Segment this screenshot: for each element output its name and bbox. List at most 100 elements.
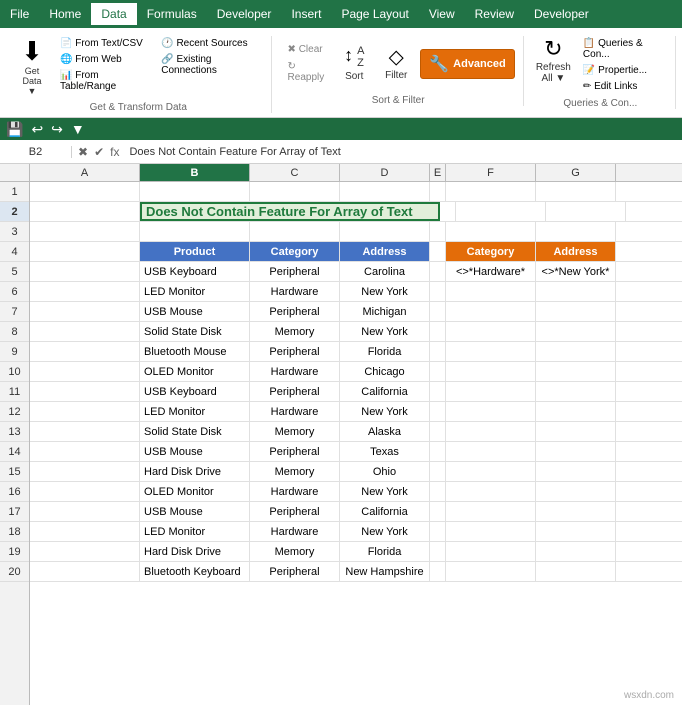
qa-save[interactable]: 💾 [4, 121, 25, 138]
menu-insert[interactable]: Insert [281, 3, 331, 25]
grid-cell-b3[interactable] [140, 222, 250, 241]
menu-data[interactable]: Data [91, 3, 136, 25]
grid-cell-d12[interactable]: New York [340, 402, 430, 421]
grid-cell-f2[interactable] [456, 202, 546, 221]
menu-page-layout[interactable]: Page Layout [331, 3, 418, 25]
grid-cell-c13[interactable]: Memory [250, 422, 340, 441]
grid-cell-d10[interactable]: Chicago [340, 362, 430, 381]
reapply-btn[interactable]: ↻ Reapply [282, 59, 331, 85]
grid-cell-b12[interactable]: LED Monitor [140, 402, 250, 421]
col-header-d[interactable]: D [340, 164, 430, 181]
menu-developer[interactable]: Developer [207, 3, 282, 25]
grid-cell-c16[interactable]: Hardware [250, 482, 340, 501]
grid-cell-b10[interactable]: OLED Monitor [140, 362, 250, 381]
grid-cell-d19[interactable]: Florida [340, 542, 430, 561]
recent-sources-btn[interactable]: 🕐 Recent Sources [155, 36, 262, 51]
grid-cell-g2[interactable] [546, 202, 626, 221]
grid-cell-g1[interactable] [536, 182, 616, 201]
menu-formulas[interactable]: Formulas [137, 3, 207, 25]
grid-cell-d9[interactable]: Florida [340, 342, 430, 361]
grid-cell-f3[interactable] [446, 222, 536, 241]
grid-cell-d13[interactable]: Alaska [340, 422, 430, 441]
clear-btn[interactable]: ✖ Clear [282, 42, 331, 57]
grid-cell-b18[interactable]: LED Monitor [140, 522, 250, 541]
grid-cell-c11[interactable]: Peripheral [250, 382, 340, 401]
col-header-a[interactable]: A [30, 164, 140, 181]
edit-links-btn[interactable]: ✏ Edit Links [577, 79, 667, 94]
menu-developer2[interactable]: Developer [524, 3, 599, 25]
get-data-btn[interactable]: ⬇ GetData ▼ [14, 36, 50, 98]
grid-cell-c3[interactable] [250, 222, 340, 241]
col-header-e[interactable]: E [430, 164, 446, 181]
grid-cell-c17[interactable]: Peripheral [250, 502, 340, 521]
grid-cell-c10[interactable]: Hardware [250, 362, 340, 381]
grid-cell-d17[interactable]: California [340, 502, 430, 521]
grid-cell-g4-criteria-header[interactable]: Address [536, 242, 616, 261]
grid-cell-c7[interactable]: Peripheral [250, 302, 340, 321]
grid-cell-c14[interactable]: Peripheral [250, 442, 340, 461]
grid-cell-c12[interactable]: Hardware [250, 402, 340, 421]
function-icon[interactable]: fx [108, 145, 121, 159]
grid-cell-b6[interactable]: LED Monitor [140, 282, 250, 301]
grid-cell-b17[interactable]: USB Mouse [140, 502, 250, 521]
grid-cell-c15[interactable]: Memory [250, 462, 340, 481]
qa-undo[interactable]: ↩ [29, 121, 45, 138]
from-text-csv-btn[interactable]: 📄 From Text/CSV [54, 36, 151, 51]
grid-cell-d3[interactable] [340, 222, 430, 241]
grid-cell-d1[interactable] [340, 182, 430, 201]
properties-btn[interactable]: 📝 Propertie... [577, 63, 667, 78]
menu-view[interactable]: View [419, 3, 465, 25]
grid-cell-e2[interactable] [440, 202, 456, 221]
grid-cell-a6[interactable] [30, 282, 140, 301]
grid-cell-a4[interactable] [30, 242, 140, 261]
from-table-btn[interactable]: 📊 From Table/Range [54, 68, 151, 94]
grid-cell-c19[interactable]: Memory [250, 542, 340, 561]
grid-cell-c8[interactable]: Memory [250, 322, 340, 341]
advanced-btn[interactable]: 🔧 Advanced [420, 49, 515, 79]
grid-cell-e5[interactable] [430, 262, 446, 281]
grid-cell-c20[interactable]: Peripheral [250, 562, 340, 581]
grid-cell-a1[interactable] [30, 182, 140, 201]
grid-cell-b13[interactable]: Solid State Disk [140, 422, 250, 441]
qa-dropdown[interactable]: ▼ [69, 121, 87, 137]
grid-cell-e3[interactable] [430, 222, 446, 241]
col-header-g[interactable]: G [536, 164, 616, 181]
col-header-c[interactable]: C [250, 164, 340, 181]
grid-cell-d6[interactable]: New York [340, 282, 430, 301]
grid-cell-d16[interactable]: New York [340, 482, 430, 501]
grid-cell-e4[interactable] [430, 242, 446, 261]
filter-btn[interactable]: ⬦ Filter [378, 44, 414, 83]
grid-cell-d7[interactable]: Michigan [340, 302, 430, 321]
grid-cell-d15[interactable]: Ohio [340, 462, 430, 481]
grid-cell-b19[interactable]: Hard Disk Drive [140, 542, 250, 561]
grid-cell-f1[interactable] [446, 182, 536, 201]
grid-cell-c4-header[interactable]: Category [250, 242, 340, 261]
grid-cell-c5[interactable]: Peripheral [250, 262, 340, 281]
existing-connections-btn[interactable]: 🔗 Existing Connections [155, 52, 262, 78]
grid-cell-a2[interactable] [30, 202, 140, 221]
grid-cell-b15[interactable]: Hard Disk Drive [140, 462, 250, 481]
from-web-btn[interactable]: 🌐 From Web [54, 52, 151, 67]
grid-cell-g5-criteria[interactable]: <>*New York* [536, 262, 616, 281]
grid-cell-a3[interactable] [30, 222, 140, 241]
qa-redo[interactable]: ↪ [49, 121, 65, 138]
grid-cell-e1[interactable] [430, 182, 446, 201]
grid-cell-d20[interactable]: New Hampshire [340, 562, 430, 581]
grid-cell-b2-title[interactable]: Does Not Contain Feature For Array of Te… [140, 202, 440, 221]
grid-cell-b7[interactable]: USB Mouse [140, 302, 250, 321]
grid-cell-b8[interactable]: Solid State Disk [140, 322, 250, 341]
queries-connections-btn[interactable]: 📋 Queries & Con... [577, 36, 667, 62]
menu-review[interactable]: Review [465, 3, 524, 25]
refresh-all-btn[interactable]: ↻ RefreshAll ▼ [534, 36, 573, 86]
grid-cell-b1[interactable] [140, 182, 250, 201]
grid-cell-b11[interactable]: USB Keyboard [140, 382, 250, 401]
grid-cell-b16[interactable]: OLED Monitor [140, 482, 250, 501]
grid-cell-c9[interactable]: Peripheral [250, 342, 340, 361]
grid-cell-b9[interactable]: Bluetooth Mouse [140, 342, 250, 361]
formula-input[interactable]: Does Not Contain Feature For Array of Te… [125, 146, 682, 158]
grid-cell-b5[interactable]: USB Keyboard [140, 262, 250, 281]
grid-cell-b20[interactable]: Bluetooth Keyboard [140, 562, 250, 581]
col-header-f[interactable]: F [446, 164, 536, 181]
grid-cell-b4-header[interactable]: Product [140, 242, 250, 261]
grid-cell-d4-header[interactable]: Address [340, 242, 430, 261]
